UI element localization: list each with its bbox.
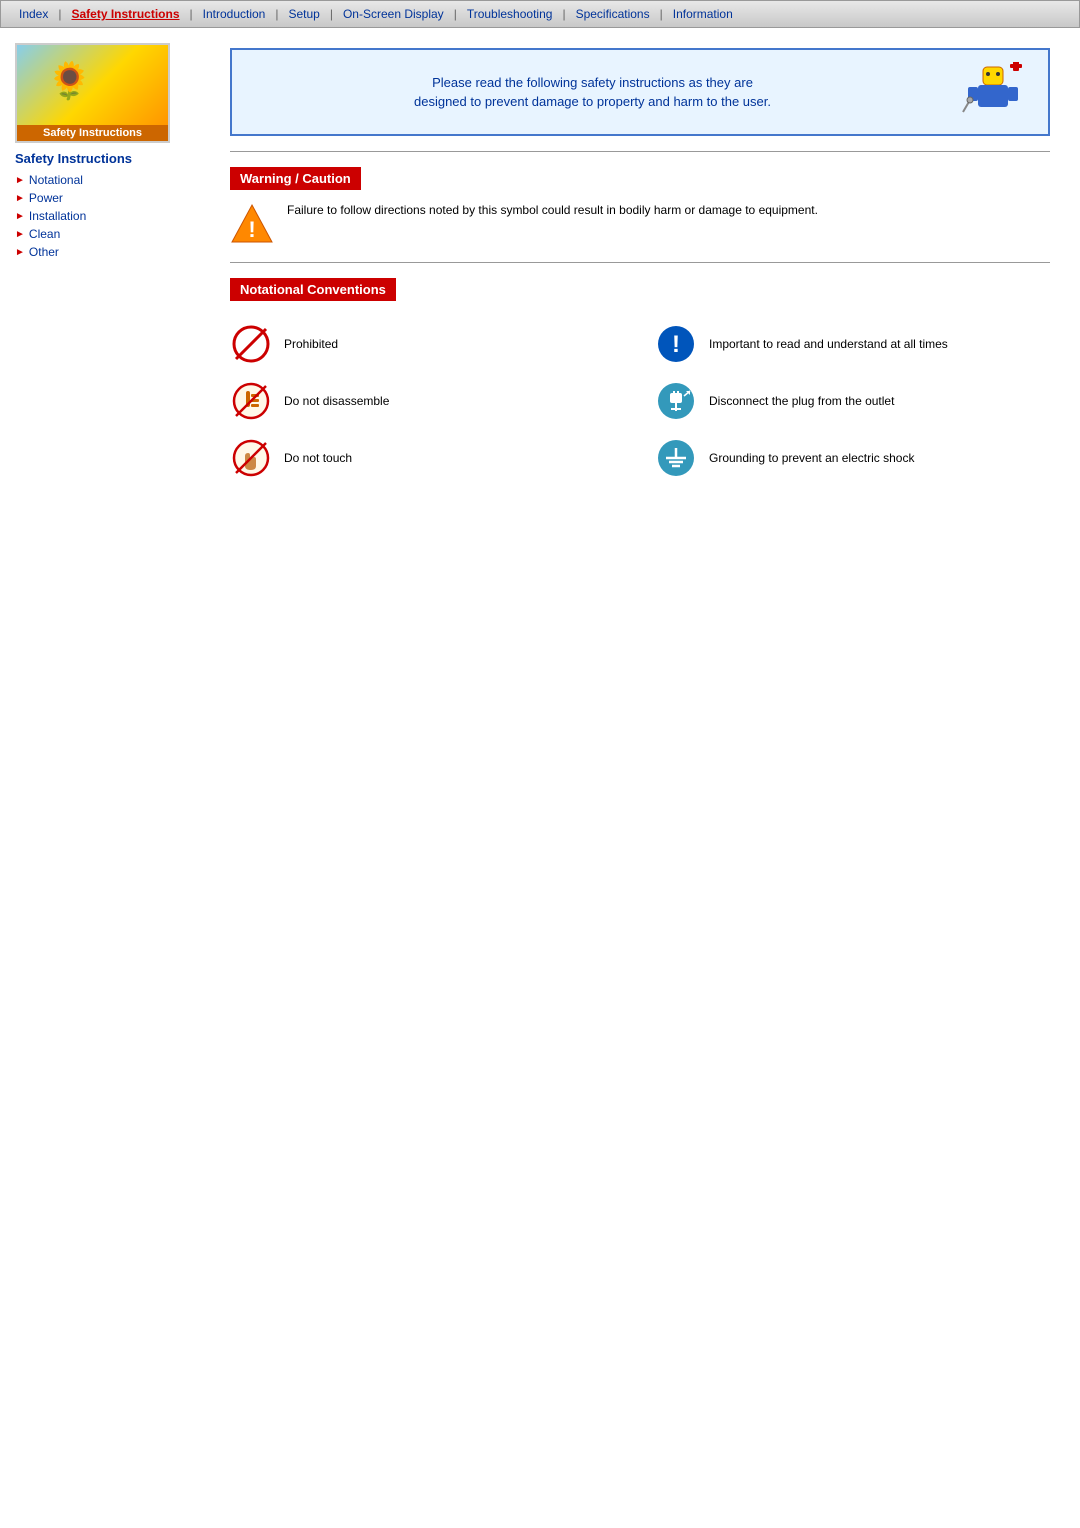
nav-item-specs[interactable]: Specifications — [566, 4, 660, 24]
arrow-icon-other: ► — [15, 247, 25, 258]
disassemble-label: Do not disassemble — [284, 393, 389, 410]
warning-triangle-icon: ! — [230, 202, 275, 247]
convention-grounding: Grounding to prevent an electric shock — [655, 437, 1050, 479]
nav-item-index[interactable]: Index — [9, 4, 58, 24]
prohibited-icon-wrapper — [230, 323, 272, 365]
divider-1 — [230, 151, 1050, 152]
arrow-icon-installation: ► — [15, 211, 25, 222]
arrow-icon-clean: ► — [15, 229, 25, 240]
convention-touch: Do not touch — [230, 437, 625, 479]
svg-text:!: ! — [248, 217, 255, 242]
divider-2 — [230, 262, 1050, 263]
grounding-label: Grounding to prevent an electric shock — [709, 450, 914, 467]
prohibited-icon — [231, 324, 271, 364]
nav-item-intro[interactable]: Introduction — [193, 4, 276, 24]
warning-row: ! Failure to follow directions noted by … — [230, 202, 1050, 247]
header-text: Please read the following safety instruc… — [247, 73, 938, 112]
warning-section: Warning / Caution ! Failure to follow di… — [230, 167, 1050, 247]
sidebar-logo-label: Safety Instructions — [17, 125, 168, 141]
sidebar-section-title: Safety Instructions — [15, 151, 205, 166]
nav-item-setup[interactable]: Setup — [278, 4, 329, 24]
nav-item-safety[interactable]: Safety Instructions — [61, 4, 189, 24]
disconnect-icon-wrapper — [655, 380, 697, 422]
navbar: Index | Safety Instructions | Introducti… — [0, 0, 1080, 28]
prohibited-label: Prohibited — [284, 336, 338, 353]
convention-prohibited: Prohibited — [230, 323, 625, 365]
sidebar: 🌻 Safety Instructions Safety Instruction… — [10, 38, 210, 489]
main-layout: 🌻 Safety Instructions Safety Instruction… — [0, 28, 1080, 499]
nav-item-info[interactable]: Information — [663, 4, 743, 24]
sidebar-link-installation[interactable]: ► Installation — [15, 207, 205, 225]
disassemble-icon-wrapper — [230, 380, 272, 422]
character-svg — [958, 62, 1028, 122]
disassemble-icon — [231, 381, 271, 421]
sunflower-icon: 🌻 — [47, 60, 92, 102]
grounding-icon-wrapper — [655, 437, 697, 479]
nav-item-osd[interactable]: On-Screen Display — [333, 4, 454, 24]
touch-icon-wrapper — [230, 437, 272, 479]
svg-text:!: ! — [672, 331, 680, 358]
sidebar-link-notational[interactable]: ► Notational — [15, 171, 205, 189]
notational-section: Notational Conventions Prohibited — [230, 278, 1050, 479]
sidebar-link-power[interactable]: ► Power — [15, 189, 205, 207]
convention-disconnect: Disconnect the plug from the outlet — [655, 380, 1050, 422]
notational-section-header: Notational Conventions — [230, 278, 396, 301]
sidebar-link-clean[interactable]: ► Clean — [15, 225, 205, 243]
sidebar-link-other[interactable]: ► Other — [15, 243, 205, 261]
warning-section-header: Warning / Caution — [230, 167, 361, 190]
arrow-icon-notational: ► — [15, 175, 25, 186]
touch-label: Do not touch — [284, 450, 352, 467]
conventions-grid: Prohibited ! Important to read and under… — [230, 323, 1050, 479]
touch-icon — [231, 438, 271, 478]
convention-disassemble: Do not disassemble — [230, 380, 625, 422]
sidebar-logo: 🌻 Safety Instructions — [15, 43, 170, 143]
important-label: Important to read and understand at all … — [709, 336, 948, 353]
content-area: Please read the following safety instruc… — [210, 38, 1070, 489]
important-icon-wrapper: ! — [655, 323, 697, 365]
arrow-icon-power: ► — [15, 193, 25, 204]
important-icon: ! — [656, 324, 696, 364]
grounding-icon — [656, 438, 696, 478]
header-character-icon — [953, 62, 1033, 122]
warning-description: Failure to follow directions noted by th… — [287, 202, 818, 219]
triangle-svg: ! — [230, 202, 275, 247]
nav-item-troubleshoot[interactable]: Troubleshooting — [457, 4, 563, 24]
disconnect-label: Disconnect the plug from the outlet — [709, 393, 894, 410]
header-box: Please read the following safety instruc… — [230, 48, 1050, 136]
disconnect-icon — [656, 381, 696, 421]
convention-important: ! Important to read and understand at al… — [655, 323, 1050, 365]
